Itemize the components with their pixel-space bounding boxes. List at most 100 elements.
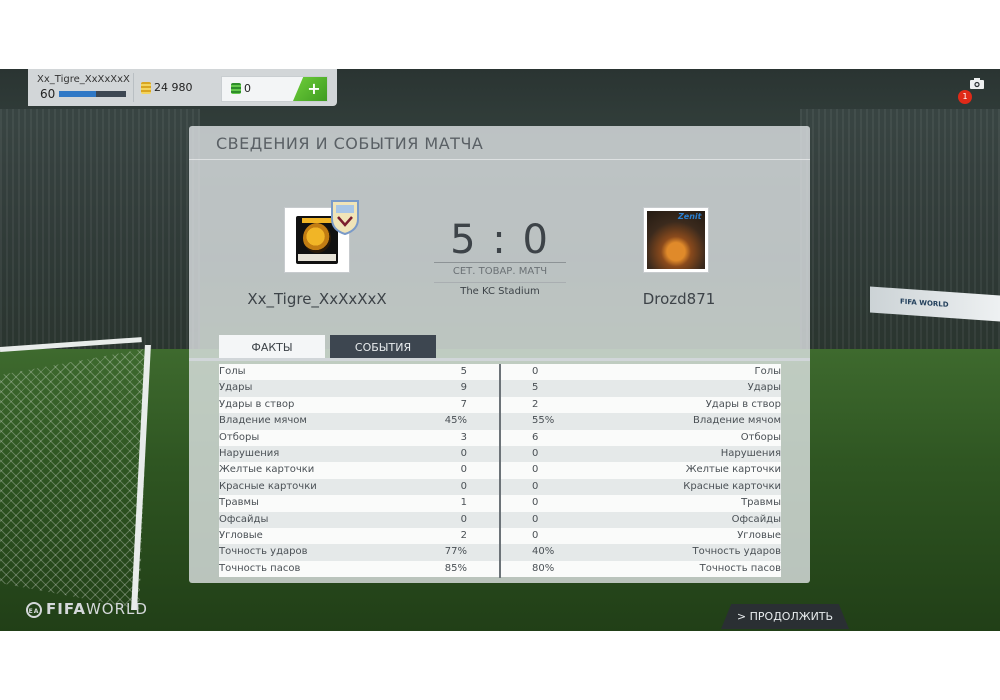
stat-row-home: Угловые 2 — [219, 527, 499, 545]
stat-label: Отборы — [219, 431, 260, 443]
stadium-name: The KC Stadium — [460, 286, 540, 297]
user-bar-divider — [133, 73, 134, 102]
stat-label: Владение мячом — [219, 415, 307, 427]
stat-label: Голы — [754, 366, 781, 377]
stat-label: Удары в створ — [705, 398, 781, 410]
xp-bar-fill — [59, 91, 96, 97]
coins-balance: 24 980 — [154, 81, 193, 94]
stands-left — [0, 109, 200, 349]
stat-label: Точность ударов — [692, 546, 781, 558]
stat-value-away: 6 — [532, 431, 539, 443]
stat-label: Офсайды — [731, 513, 781, 525]
stat-value-home: 9 — [460, 382, 467, 394]
stat-label: Травмы — [219, 497, 259, 509]
stat-row-home: Офсайды 0 — [219, 511, 499, 528]
fifa-points-box: 0 + — [221, 76, 328, 102]
crest-bottom-ribbon — [298, 254, 336, 261]
stat-value-away: 55% — [532, 415, 555, 427]
continue-button[interactable]: > ПРОДОЛЖИТЬ — [721, 604, 849, 629]
stat-row-home: Точность ударов 77% — [219, 544, 499, 561]
user-name: Xx_Tigre_XxXxXxX — [37, 74, 130, 85]
stat-row-away: 0 Красные карточки — [501, 478, 781, 496]
stat-row-away: 55% Владение мячом — [501, 413, 781, 430]
stat-row-away: 2 Удары в створ — [501, 396, 781, 414]
tab-facts[interactable]: ФАКТЫ — [219, 335, 325, 358]
stat-row-home: Владение мячом 45% — [219, 413, 499, 430]
fifa-points-icon — [231, 83, 241, 94]
stat-value-away: 0 — [532, 480, 539, 492]
stat-label: Точность пасов — [219, 562, 301, 574]
stat-value-home: 45% — [444, 415, 467, 427]
fifa-points-balance: 0 — [244, 82, 251, 95]
stat-label: Голы — [219, 366, 246, 377]
stat-value-away: 5 — [532, 382, 539, 394]
stat-label: Желтые карточки — [219, 464, 315, 476]
stat-row-away: 0 Офсайды — [501, 511, 781, 528]
stat-row-away: 6 Отборы — [501, 429, 781, 446]
match-score: 5 : 0 — [450, 217, 550, 263]
stat-label: Удары — [219, 382, 253, 394]
stat-label: Травмы — [741, 497, 781, 509]
panel-title: СВЕДЕНИЯ И СОБЫТИЯ МАТЧА — [216, 134, 484, 153]
stat-row-home: Точность пасов 85% — [219, 560, 499, 578]
stat-row-home: Удары 9 — [219, 380, 499, 397]
add-points-button[interactable]: + — [293, 77, 327, 101]
stat-row-away: 80% Точность пасов — [501, 560, 781, 578]
stat-value-home: 77% — [444, 546, 467, 558]
stat-row-home: Отборы 3 — [219, 429, 499, 446]
stat-value-home: 0 — [460, 447, 467, 459]
stat-label: Красные карточки — [219, 480, 317, 492]
score-divider — [434, 262, 566, 263]
zenit-badge-icon: Zenit — [678, 212, 702, 221]
stat-row-home: Травмы 1 — [219, 495, 499, 512]
stat-value-away: 2 — [532, 398, 539, 410]
stat-label: Офсайды — [219, 513, 269, 525]
home-stats-column: Голы 5 Удары 9 Удары в створ 7 Владение мячом 4… — [219, 364, 499, 578]
stat-value-home: 0 — [460, 464, 467, 476]
notification-badge[interactable]: 1 — [958, 90, 972, 104]
stat-value-home: 3 — [460, 431, 467, 443]
stat-value-away: 0 — [532, 447, 539, 459]
stat-row-home: Голы 5 — [219, 364, 499, 381]
stat-row-away: 0 Желтые карточки — [501, 462, 781, 479]
stat-label: Владение мячом — [693, 415, 781, 427]
stat-row-away: 0 Травмы — [501, 495, 781, 512]
coins-icon — [141, 82, 151, 94]
tab-events[interactable]: СОБЫТИЯ — [330, 335, 436, 358]
logo-fifa-text: FIFA — [46, 600, 86, 618]
stat-row-home: Нарушения 0 — [219, 445, 499, 463]
stat-value-home: 2 — [460, 529, 467, 541]
stat-label: Удары — [747, 382, 781, 394]
match-type: СЕТ. ТОВАР. МАТЧ — [452, 266, 548, 277]
home-team-name: Xx_Tigre_XxXxXxX — [247, 290, 387, 308]
away-club-crest: Zenit — [643, 207, 709, 273]
stat-value-away: 0 — [532, 497, 539, 509]
user-level: 60 — [40, 87, 56, 101]
stat-label: Удары в створ — [219, 398, 295, 410]
stat-value-away: 80% — [532, 562, 555, 574]
stat-row-home: Удары в створ 7 — [219, 396, 499, 414]
stat-value-away: 40% — [532, 546, 555, 558]
ea-logo-icon: EA — [26, 601, 42, 618]
ad-board-text: FIFA WORLD — [900, 297, 949, 309]
stat-label: Нарушения — [720, 447, 781, 459]
stat-label: Нарушения — [219, 447, 280, 459]
tiger-head-icon — [303, 223, 331, 253]
stat-label: Красные карточки — [683, 480, 781, 492]
stat-row-away: 5 Удары — [501, 380, 781, 397]
stat-row-away: 0 Голы — [501, 364, 781, 381]
stat-row-away: 0 Нарушения — [501, 445, 781, 463]
stat-value-home: 0 — [460, 480, 467, 492]
stat-value-away: 0 — [532, 366, 539, 377]
camera-icon[interactable] — [970, 78, 984, 89]
user-bar: Xx_Tigre_XxXxXxX 60 24 980 0 + — [28, 69, 337, 106]
stat-row-home: Желтые карточки 0 — [219, 462, 499, 479]
panel-title-divider — [189, 159, 810, 160]
stat-label: Точность ударов — [219, 546, 308, 558]
stat-label: Точность пасов — [699, 562, 781, 574]
logo-world-text: WORLD — [85, 600, 148, 618]
stat-value-away: 0 — [532, 464, 539, 476]
stat-row-away: 40% Точность ударов — [501, 544, 781, 561]
stadium-divider — [434, 282, 566, 283]
fifa-world-logo: EA FIFAWORLD — [26, 600, 148, 618]
